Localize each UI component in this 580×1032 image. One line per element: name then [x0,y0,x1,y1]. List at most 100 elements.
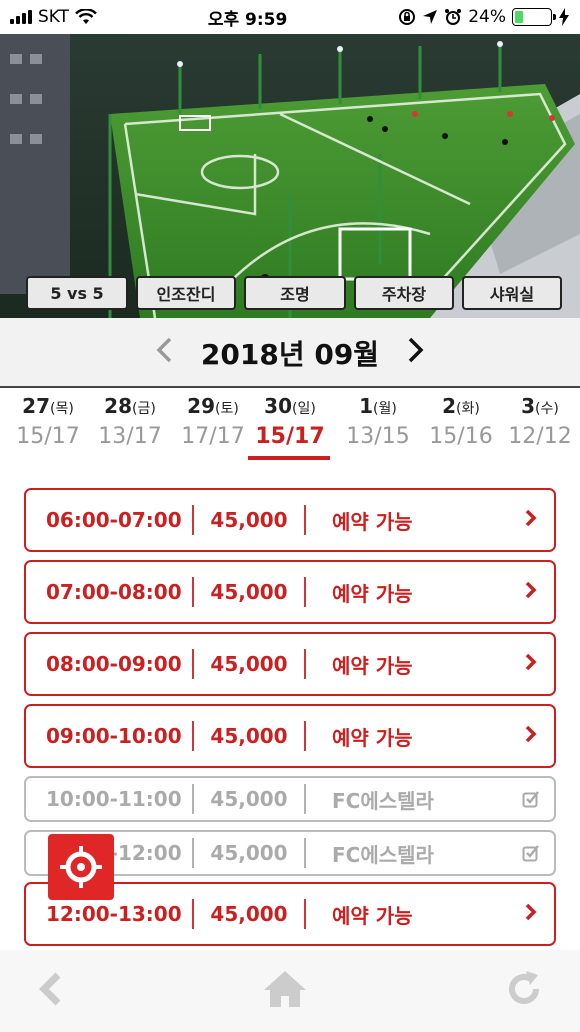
date-number: 27 [22,394,51,418]
chevron-right-icon [508,724,554,749]
slot-time: 10:00-11:00 [46,787,182,811]
date-tab[interactable]: 27(목) 15/17 [8,394,88,449]
previous-month-button[interactable] [155,337,173,369]
slot-price: 45,000 [210,508,288,532]
slot-price: 45,000 [210,787,288,811]
checkbox-icon [508,844,554,862]
chevron-left-icon [39,972,61,1006]
slot-status: 예약 가능 [332,653,413,678]
amenity-tag: 조명 [244,276,346,310]
divider [192,577,194,607]
crosshair-icon [60,846,102,888]
divider [304,721,306,751]
slot-status: 예약 가능 [332,725,413,750]
slot-time: 08:00-09:00 [46,652,182,676]
location-target-button[interactable] [48,834,114,900]
rotation-lock-icon [399,9,416,25]
date-number: 28 [104,394,133,418]
slot-status: 예약 가능 [332,581,413,606]
date-tab[interactable]: 29(토) 17/17 [173,394,253,449]
date-weekday: (화) [456,401,480,417]
divider [192,505,194,535]
slot-time: 06:00-07:00 [46,508,182,532]
charging-bolt-icon [558,8,569,26]
selected-date-indicator [248,456,330,460]
divider [304,649,306,679]
month-navigation: 2018년 09월 [0,318,580,388]
date-tab[interactable]: 1(월) 13/15 [338,394,418,449]
date-tab[interactable]: 3(수) 12/12 [500,394,580,449]
home-icon [264,971,306,1007]
date-tab-selected[interactable]: 30(일) 15/17 [250,394,330,449]
date-tab[interactable]: 2(화) 15/16 [421,394,501,449]
status-bar: SKT 오후 9:59 24% [0,0,580,34]
month-title: 2018년 09월 [200,338,380,371]
divider [192,784,194,814]
time-slot-row[interactable]: 07:00-08:00 45,000 예약 가능 [24,560,556,624]
date-availability: 13/17 [98,424,162,449]
amenity-tag: 주차장 [354,276,454,310]
slot-price: 45,000 [210,652,288,676]
divider [304,838,306,868]
back-button[interactable] [36,969,66,1013]
chevron-right-icon [408,337,424,363]
date-number: 1 [359,394,374,418]
slot-status: 예약 가능 [332,903,413,928]
time-slot-row[interactable]: 09:00-10:00 45,000 예약 가능 [24,704,556,768]
chevron-right-icon [508,580,554,605]
date-number: 2 [442,394,457,418]
divider [192,838,194,868]
signal-icon [10,10,32,24]
divider [304,784,306,814]
alarm-icon [445,9,462,25]
divider [192,649,194,679]
chevron-left-icon [156,337,172,363]
chevron-right-icon [508,902,554,927]
date-availability: 15/16 [429,424,493,449]
date-tab[interactable]: 28(금) 13/17 [90,394,170,449]
amenity-tag: 인조잔디 [136,276,236,310]
wifi-icon [75,9,97,24]
slot-time: 09:00-10:00 [46,724,182,748]
slot-price: 45,000 [210,724,288,748]
divider [192,721,194,751]
date-number: 29 [187,394,216,418]
date-availability: 15/17 [16,424,80,449]
date-weekday: (목) [50,401,74,417]
amenity-tag: 샤워실 [462,276,562,310]
divider [304,505,306,535]
next-month-button[interactable] [407,337,425,369]
date-selector: 27(목) 15/17 28(금) 13/17 29(토) 17/17 30(일… [0,386,580,474]
date-availability: 17/17 [181,424,245,449]
date-number: 3 [521,394,536,418]
time-slot-row[interactable]: 08:00-09:00 45,000 예약 가능 [24,632,556,696]
date-weekday: (일) [292,401,316,417]
location-arrow-icon [423,10,438,24]
date-weekday: (금) [132,401,156,417]
date-availability: 15/17 [255,424,325,449]
checkbox-icon [508,790,554,808]
date-availability: 13/15 [346,424,410,449]
time-slot-row[interactable]: 06:00-07:00 45,000 예약 가능 [24,488,556,552]
slot-time: 12:00-13:00 [46,902,182,926]
home-button[interactable] [261,968,309,1014]
slot-status: 예약 가능 [332,509,413,534]
carrier-label: SKT [38,7,70,27]
clock: 오후 9:59 [207,9,288,30]
slot-price: 45,000 [210,841,288,865]
divider [304,577,306,607]
battery-percent: 24% [468,7,506,27]
slot-price: 45,000 [210,902,288,926]
battery-icon [511,8,556,26]
divider [304,899,306,929]
amenity-tags: 5 vs 5 인조잔디 조명 주차장 샤워실 [26,276,562,310]
refresh-icon [509,971,539,1004]
slot-team-name: FC에스텔라 [332,842,434,867]
date-number: 30 [264,394,293,418]
slot-time: 07:00-08:00 [46,580,182,604]
date-weekday: (수) [535,401,559,417]
battery-fill [514,11,524,23]
refresh-button[interactable] [504,969,544,1013]
slot-team-name: FC에스텔라 [332,788,434,813]
divider [192,899,194,929]
